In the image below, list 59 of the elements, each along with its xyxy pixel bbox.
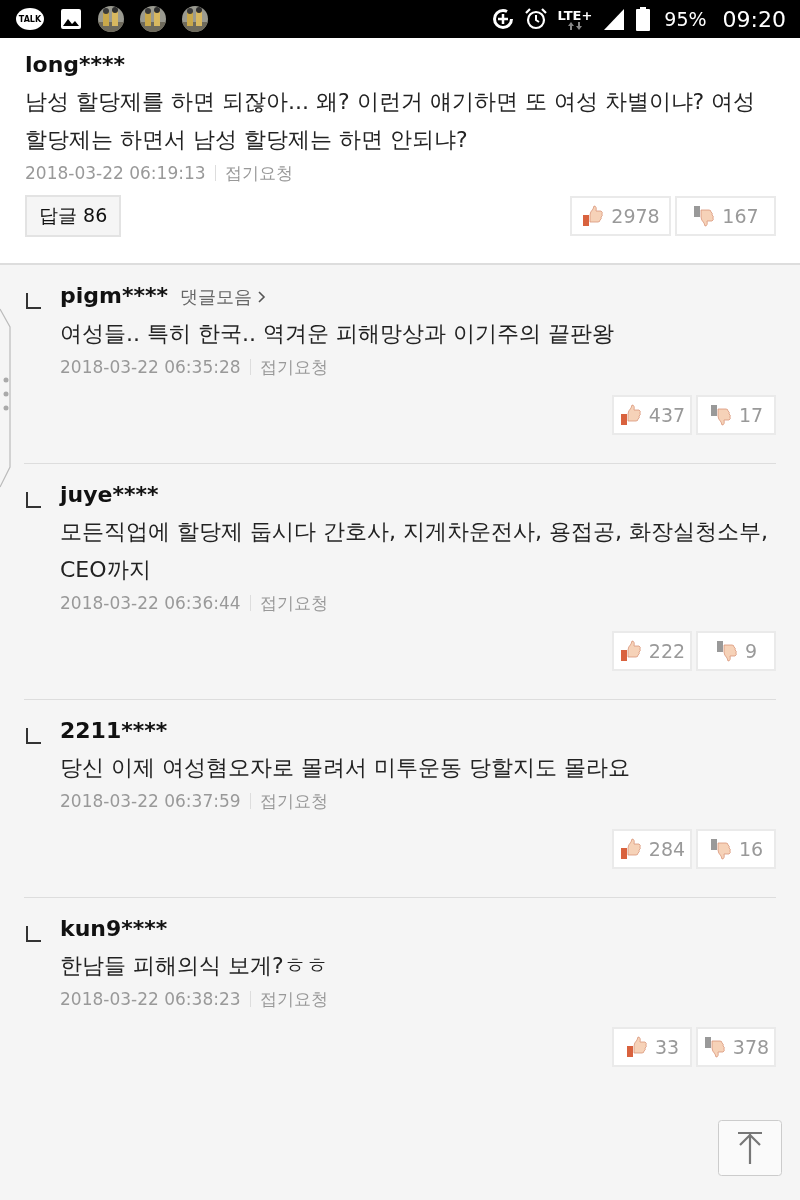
thumbs-up-icon bbox=[618, 640, 641, 662]
thumbs-down-icon bbox=[714, 640, 737, 662]
thumbs-up-icon bbox=[624, 1036, 647, 1058]
comment-text: 남성 할당제를 하면 되잖아... 왜? 이런거 얘기하면 또 여성 차별이냐? 여성 할당제는 하면서 남성 할당제는 하면 안되냐? bbox=[25, 88, 757, 154]
clock: 09:20 bbox=[722, 6, 786, 32]
reply-indicator-icon bbox=[26, 728, 42, 744]
like-button[interactable]: 2978 bbox=[570, 196, 671, 236]
thumbs-up-icon bbox=[581, 205, 604, 227]
username[interactable]: pigm**** bbox=[60, 283, 168, 308]
timestamp: 2018-03-22 06:38:23 bbox=[60, 989, 241, 1009]
chevron-icon bbox=[258, 291, 266, 303]
data-saver-icon bbox=[491, 8, 514, 30]
network-label: LTE+ bbox=[557, 8, 593, 22]
fold-request-link[interactable]: 접기요청 bbox=[214, 165, 293, 181]
thumbs-up-icon bbox=[618, 838, 641, 860]
dislike-button[interactable]: 16 bbox=[696, 829, 776, 869]
comment-text: 여성들.. 특히 한국.. 역겨운 피해망상과 이기주의 끝판왕 bbox=[60, 320, 615, 348]
thumbs-down-icon bbox=[708, 838, 731, 860]
side-panel-handle[interactable] bbox=[0, 308, 14, 488]
timestamp: 2018-03-22 06:35:28 bbox=[60, 357, 241, 377]
dislike-button[interactable]: 9 bbox=[696, 631, 776, 671]
username[interactable]: 2211**** bbox=[60, 718, 168, 743]
username[interactable]: long**** bbox=[25, 52, 126, 77]
comment-text: 당신 이제 여성혐오자로 몰려서 미투운동 당할지도 몰라요 bbox=[60, 754, 631, 782]
data-arrows-icon bbox=[566, 21, 583, 30]
timestamp: 2018-03-22 06:19:13 bbox=[25, 163, 206, 183]
fold-request-link[interactable]: 접기요청 bbox=[249, 793, 328, 809]
battery-percent: 95% bbox=[664, 8, 707, 30]
comments-collection-link[interactable]: 댓글모음 bbox=[180, 285, 266, 309]
reply-indicator-icon bbox=[26, 492, 42, 508]
comment-text: 한남들 피해의식 보게?ㅎㅎ bbox=[60, 952, 329, 980]
chat-bubble-icon: TALK bbox=[16, 8, 44, 30]
like-button[interactable]: 284 bbox=[612, 829, 692, 869]
alarm-icon bbox=[523, 7, 548, 31]
reply-indicator-icon bbox=[26, 926, 42, 942]
scroll-to-top-button[interactable] bbox=[718, 1120, 782, 1176]
battery-icon bbox=[636, 7, 651, 31]
comment-text: 모든직업에 할당제 둡시다 간호사, 지게차운전사, 용접공, 화장실청소부, CEO까지 bbox=[60, 518, 769, 584]
thumbs-down-icon bbox=[702, 1036, 725, 1058]
signal-icon bbox=[602, 7, 627, 31]
username[interactable]: juye**** bbox=[60, 482, 159, 507]
reply-indicator-icon bbox=[26, 293, 42, 309]
username[interactable]: kun9**** bbox=[60, 916, 168, 941]
like-button[interactable]: 437 bbox=[612, 395, 692, 435]
fold-request-link[interactable]: 접기요청 bbox=[249, 595, 328, 611]
timestamp: 2018-03-22 06:36:44 bbox=[60, 593, 241, 613]
dislike-button[interactable]: 17 bbox=[696, 395, 776, 435]
timestamp: 2018-03-22 06:37:59 bbox=[60, 791, 241, 811]
like-button[interactable]: 222 bbox=[612, 631, 692, 671]
dislike-button[interactable]: 378 bbox=[696, 1027, 776, 1067]
fold-request-link[interactable]: 접기요청 bbox=[249, 359, 328, 375]
thumbs-down-icon bbox=[708, 404, 731, 426]
reply-button[interactable]: 답글 86 bbox=[25, 195, 122, 237]
like-button[interactable]: 33 bbox=[612, 1027, 692, 1067]
fold-request-link[interactable]: 접기요청 bbox=[249, 991, 328, 1007]
thumbs-up-icon bbox=[618, 404, 641, 426]
image-icon bbox=[60, 8, 82, 30]
thumbs-down-icon bbox=[692, 205, 715, 227]
dislike-button[interactable]: 167 bbox=[675, 196, 776, 236]
